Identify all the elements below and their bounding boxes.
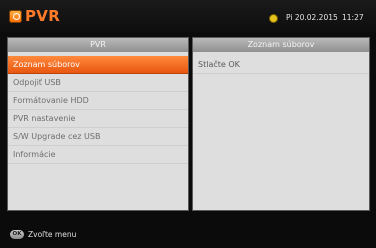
pvr-menu-list: Zoznam súborov Odpojiť USB Formátovanie …: [8, 56, 188, 164]
press-ok-message: Stlačte OK: [193, 56, 369, 74]
menu-item-information[interactable]: Informácie: [8, 146, 188, 164]
file-list-panel: Zoznam súborov Stlačte OK: [192, 37, 370, 211]
clock-icon: [270, 15, 277, 22]
file-list-title: Zoznam súborov: [193, 38, 369, 52]
time-display: 11:27: [342, 13, 364, 22]
menu-item-format-hdd[interactable]: Formátovanie HDD: [8, 92, 188, 110]
menu-item-file-list[interactable]: Zoznam súborov: [8, 56, 188, 74]
menu-item-disconnect-usb[interactable]: Odpojiť USB: [8, 74, 188, 92]
pvr-screen: PVR Pi 20.02.2015 11:27 PVR Zoznam súbor…: [0, 0, 376, 248]
date-display: Pi 20.02.2015: [286, 13, 338, 22]
footer-bar: OK Zvoľte menu: [0, 222, 376, 248]
menu-item-pvr-settings[interactable]: PVR nastavenie: [8, 110, 188, 128]
pvr-icon: [9, 10, 22, 23]
ok-key-icon: OK: [10, 230, 24, 239]
file-list-content: Stlačte OK: [193, 56, 369, 74]
footer-hint: Zvoľte menu: [28, 230, 77, 239]
app-title: PVR: [25, 7, 61, 25]
header-bar: PVR Pi 20.02.2015 11:27: [0, 0, 376, 32]
pvr-menu-title: PVR: [8, 38, 188, 52]
pvr-menu-panel: PVR Zoznam súborov Odpojiť USB Formátova…: [7, 37, 189, 211]
menu-item-sw-upgrade-usb[interactable]: S/W Upgrade cez USB: [8, 128, 188, 146]
